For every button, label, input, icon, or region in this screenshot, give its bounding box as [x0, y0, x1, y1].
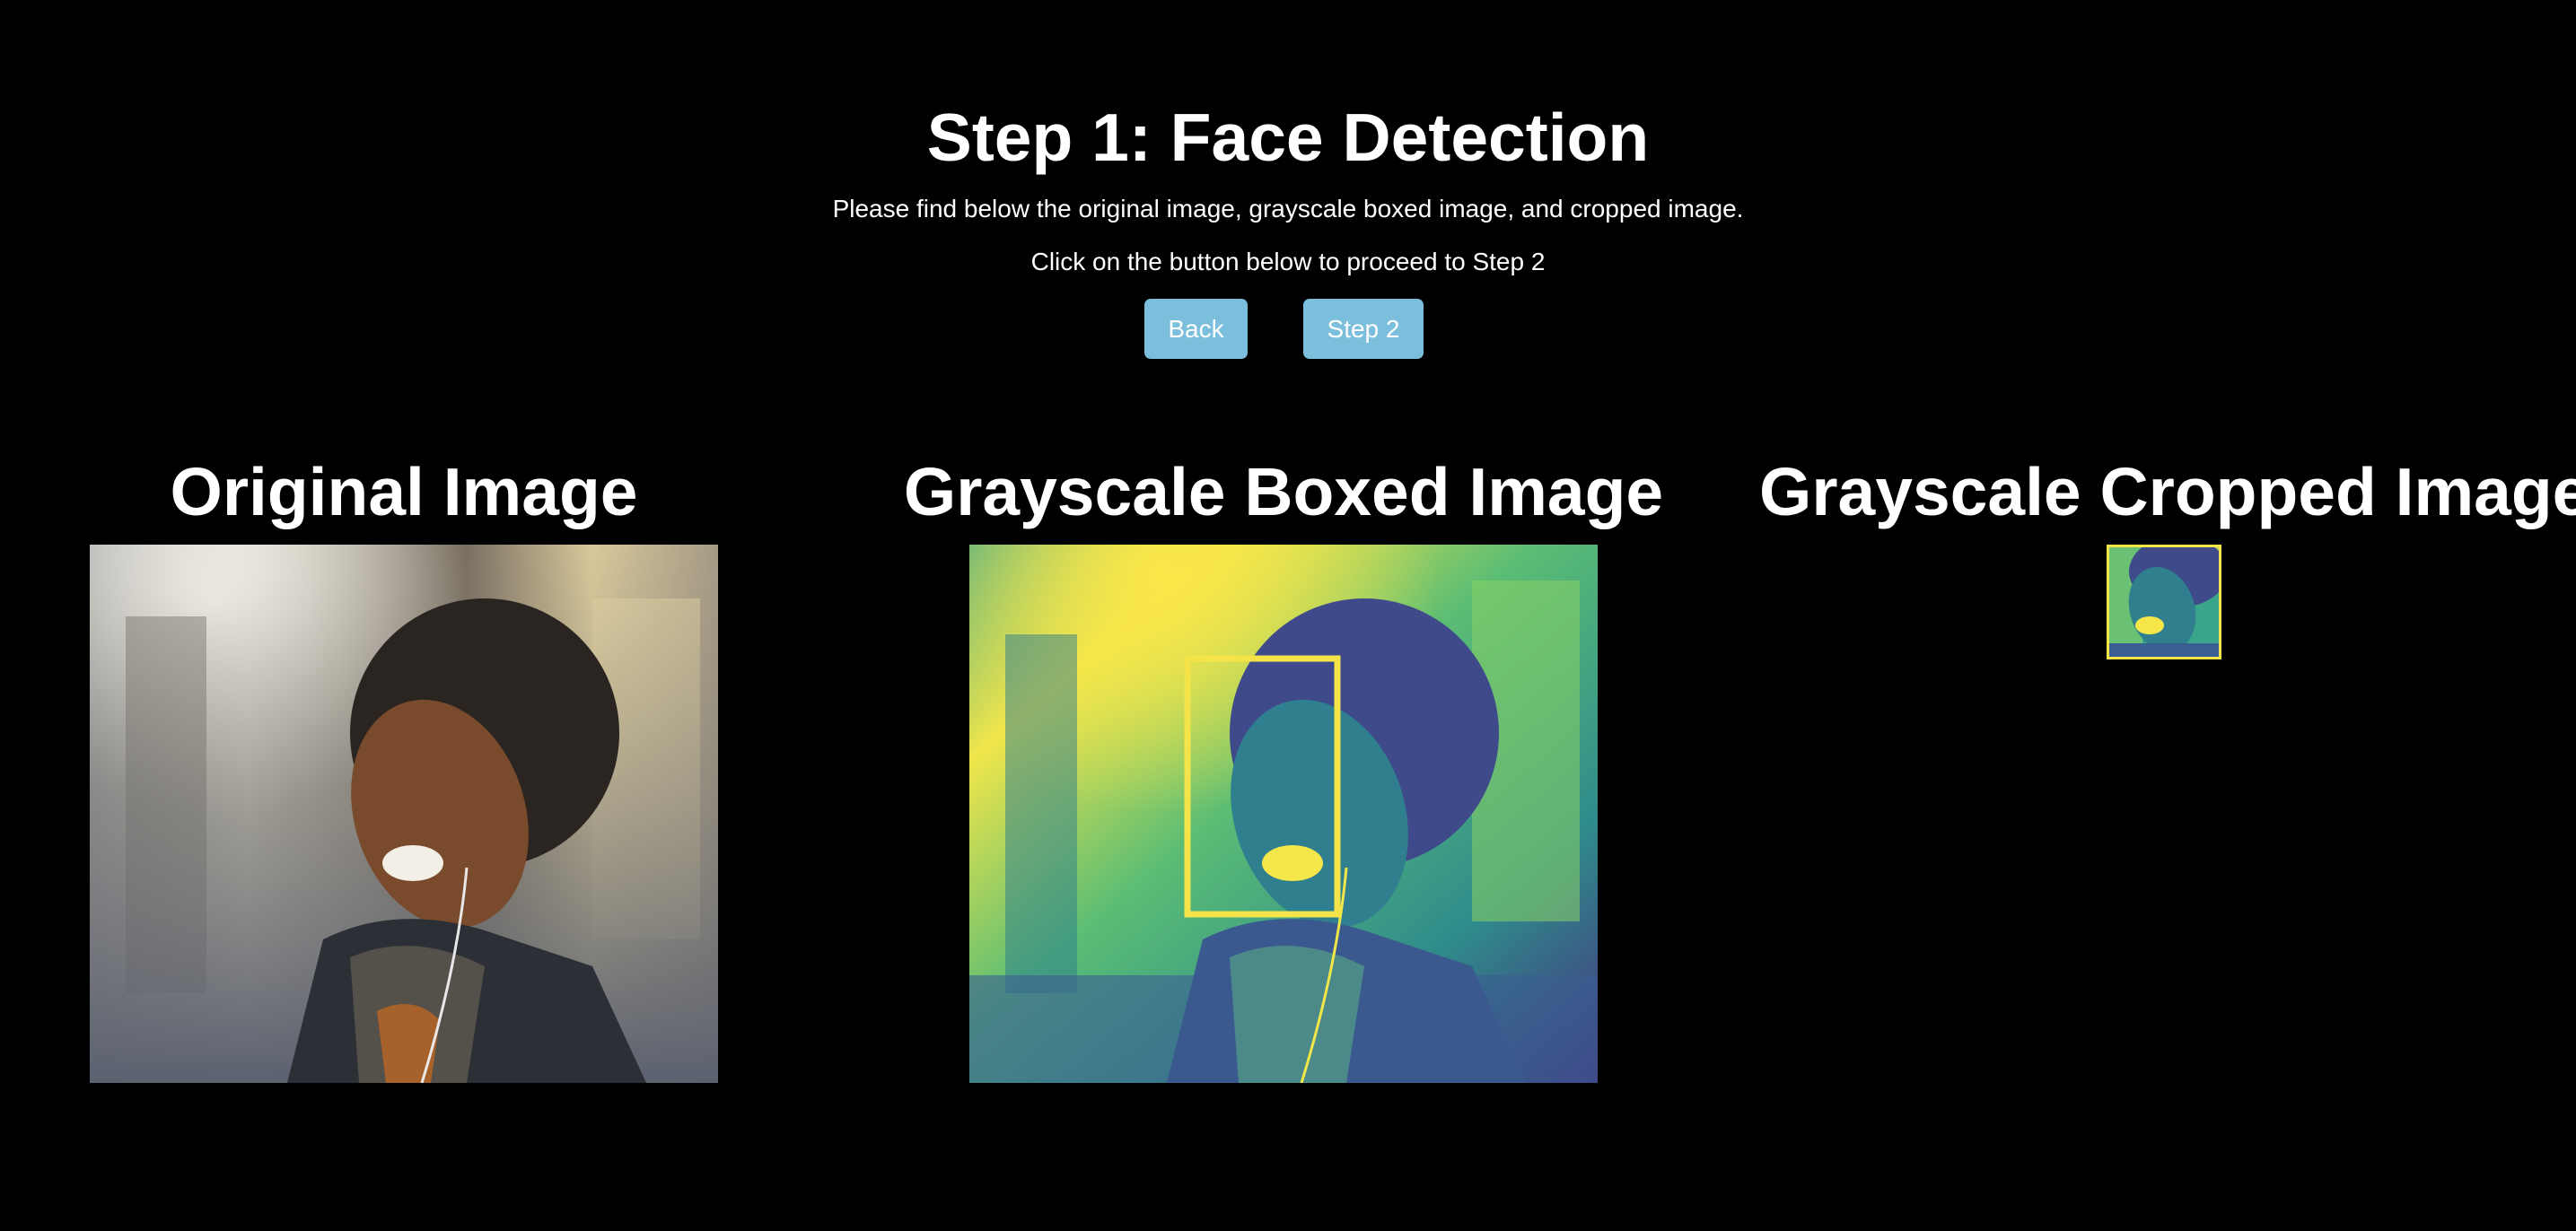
original-image	[90, 545, 718, 1083]
step2-button[interactable]: Step 2	[1303, 299, 1424, 359]
back-button[interactable]: Back	[1144, 299, 1248, 359]
boxed-image-title: Grayscale Boxed Image	[903, 454, 1664, 529]
page-instruction: Click on the button below to proceed to …	[1030, 248, 1546, 275]
grayscale-cropped-image	[2107, 545, 2221, 659]
grayscale-boxed-image	[969, 545, 1598, 1083]
page-subtitle: Please find below the original image, gr…	[832, 195, 1744, 223]
original-image-title: Original Image	[170, 454, 638, 529]
page: Step 1: Face Detection Please find below…	[0, 0, 2576, 1231]
page-title: Step 1: Face Detection	[926, 100, 1650, 175]
cropped-image-title: Grayscale Cropped Image	[1759, 454, 2576, 529]
